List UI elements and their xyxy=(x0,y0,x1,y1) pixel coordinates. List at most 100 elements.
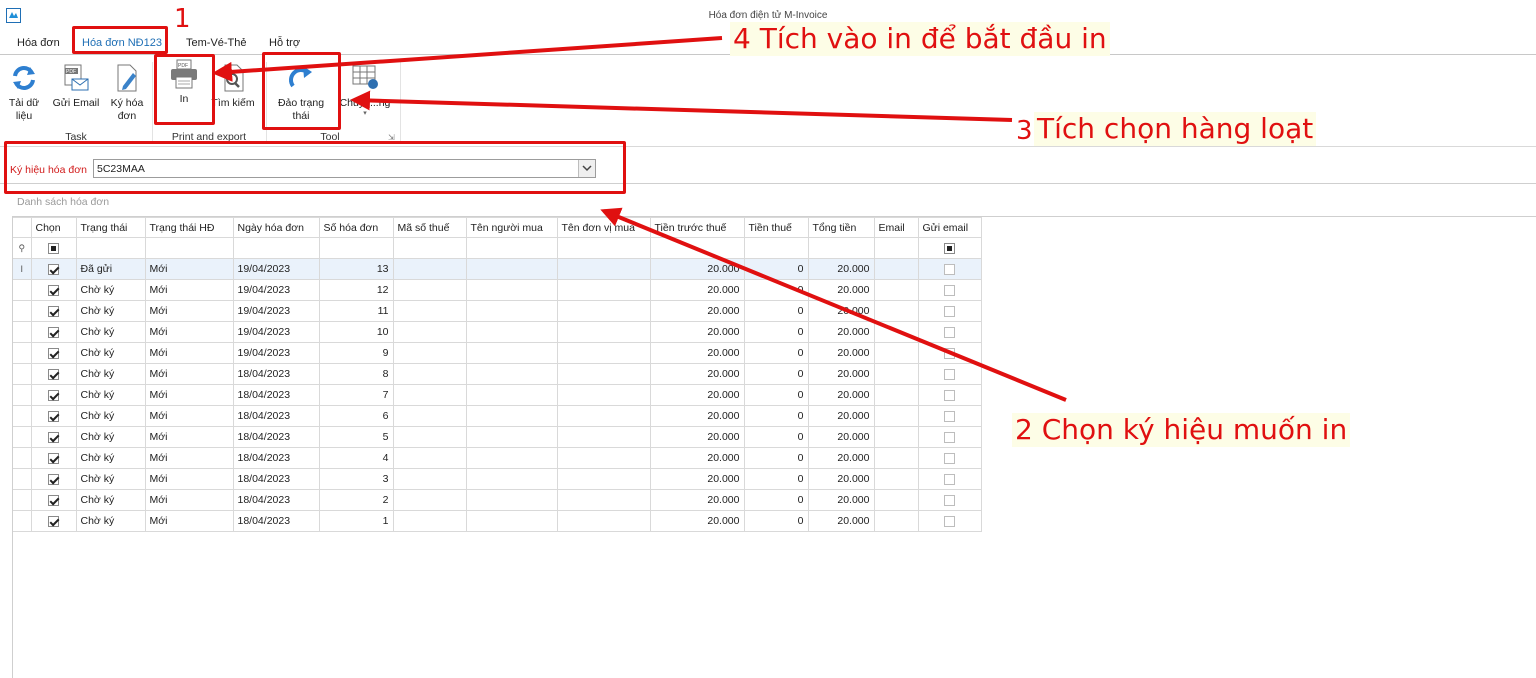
select-checkbox-box[interactable] xyxy=(48,368,59,380)
column-header[interactable]: Gửi email xyxy=(917,217,982,238)
filter-cell[interactable] xyxy=(807,237,875,259)
send-email-checkbox[interactable] xyxy=(917,510,982,532)
select-checkbox[interactable] xyxy=(30,342,77,364)
filter-cell[interactable] xyxy=(318,237,394,259)
table-row[interactable]: I Đã gửi Mới 19/04/2023 13 20.000 0 20.000 xyxy=(13,258,982,280)
select-checkbox-box[interactable] xyxy=(48,515,59,527)
send-email-checkbox[interactable] xyxy=(917,321,982,343)
select-checkbox[interactable] xyxy=(30,426,77,448)
table-row[interactable]: Chờ ký Mới 18/04/2023 5 20.000 0 20.000 xyxy=(13,426,982,448)
select-checkbox-box[interactable] xyxy=(48,431,59,443)
select-checkbox-box[interactable] xyxy=(48,305,59,317)
send-email-checkbox-box[interactable] xyxy=(944,305,955,317)
table-row[interactable]: Chờ ký Mới 18/04/2023 7 20.000 0 20.000 xyxy=(13,384,982,406)
send-email-button[interactable]: PDF Gửi Email xyxy=(51,62,101,110)
send-email-checkbox[interactable] xyxy=(917,258,982,280)
send-email-checkbox[interactable] xyxy=(917,468,982,490)
select-checkbox-box[interactable] xyxy=(48,326,59,338)
send-email-checkbox-box[interactable] xyxy=(944,410,955,422)
select-checkbox[interactable] xyxy=(30,384,77,406)
select-checkbox-box[interactable] xyxy=(48,452,59,464)
send-email-checkbox[interactable] xyxy=(917,363,982,385)
select-checkbox[interactable] xyxy=(30,279,77,301)
filter-cell[interactable] xyxy=(873,237,919,259)
filter-cell[interactable] xyxy=(144,237,234,259)
column-header[interactable]: Ngày hóa đơn xyxy=(232,217,320,238)
select-checkbox-box[interactable] xyxy=(48,284,59,296)
select-checkbox[interactable] xyxy=(30,468,77,490)
column-header[interactable]: Tên người mua xyxy=(465,217,558,238)
tab-ho-tro[interactable]: Hỗ trợ xyxy=(267,37,302,49)
send-email-checkbox-box[interactable] xyxy=(944,326,955,338)
table-row[interactable]: Chờ ký Mới 19/04/2023 10 20.000 0 20.000 xyxy=(13,321,982,343)
filter-cell[interactable] xyxy=(232,237,320,259)
table-row[interactable]: Chờ ký Mới 19/04/2023 12 20.000 0 20.000 xyxy=(13,279,982,301)
search-button[interactable]: Tìm kiếm xyxy=(210,62,256,110)
select-checkbox-box[interactable] xyxy=(48,410,59,422)
table-row[interactable]: Chờ ký Mới 19/04/2023 9 20.000 0 20.000 xyxy=(13,342,982,364)
filter-cell[interactable] xyxy=(392,237,467,259)
select-checkbox-box[interactable] xyxy=(48,263,59,275)
select-checkbox-box[interactable] xyxy=(48,389,59,401)
send-email-checkbox[interactable] xyxy=(917,405,982,427)
column-header[interactable]: Số hóa đơn xyxy=(318,217,394,238)
select-all-checkbox-box[interactable] xyxy=(48,242,59,254)
select-checkbox[interactable] xyxy=(30,405,77,427)
column-header[interactable]: Tiền thuế xyxy=(743,217,809,238)
column-header[interactable]: Chọn xyxy=(30,217,77,238)
select-checkbox[interactable] xyxy=(30,447,77,469)
send-email-filter-checkbox[interactable] xyxy=(917,237,982,259)
send-email-filter-checkbox-box[interactable] xyxy=(944,242,955,254)
send-email-checkbox-box[interactable] xyxy=(944,515,955,527)
table-row[interactable]: Chờ ký Mới 18/04/2023 6 20.000 0 20.000 xyxy=(13,405,982,427)
reload-button[interactable]: Tải dữ liệu xyxy=(4,62,44,123)
select-checkbox[interactable] xyxy=(30,363,77,385)
send-email-checkbox-box[interactable] xyxy=(944,368,955,380)
filter-cell[interactable] xyxy=(465,237,558,259)
column-header[interactable]: Mã số thuế xyxy=(392,217,467,238)
select-checkbox-box[interactable] xyxy=(48,494,59,506)
filter-cell[interactable] xyxy=(75,237,146,259)
select-checkbox[interactable] xyxy=(30,510,77,532)
send-email-checkbox-box[interactable] xyxy=(944,473,955,485)
column-header[interactable]: Tổng tiền xyxy=(807,217,875,238)
tab-tem-ve-the[interactable]: Tem-Vé-Thẻ xyxy=(184,37,249,49)
filter-cell[interactable] xyxy=(649,237,745,259)
table-row[interactable]: Chờ ký Mới 19/04/2023 11 20.000 0 20.000 xyxy=(13,300,982,322)
tab-hoa-don[interactable]: Hóa đơn xyxy=(15,37,62,49)
send-email-checkbox[interactable] xyxy=(917,384,982,406)
send-email-checkbox-box[interactable] xyxy=(944,347,955,359)
column-header[interactable]: Tiền trước thuế xyxy=(649,217,745,238)
select-checkbox[interactable] xyxy=(30,300,77,322)
select-checkbox-box[interactable] xyxy=(48,347,59,359)
table-row[interactable]: Chờ ký Mới 18/04/2023 2 20.000 0 20.000 xyxy=(13,489,982,511)
send-email-checkbox[interactable] xyxy=(917,489,982,511)
table-row[interactable]: Chờ ký Mới 18/04/2023 8 20.000 0 20.000 xyxy=(13,363,982,385)
send-email-checkbox[interactable] xyxy=(917,279,982,301)
table-row[interactable]: Chờ ký Mới 18/04/2023 3 20.000 0 20.000 xyxy=(13,468,982,490)
send-email-checkbox[interactable] xyxy=(917,300,982,322)
send-email-checkbox-box[interactable] xyxy=(944,494,955,506)
select-all-checkbox[interactable] xyxy=(30,237,77,259)
send-email-checkbox[interactable] xyxy=(917,447,982,469)
select-checkbox-box[interactable] xyxy=(48,473,59,485)
table-row[interactable]: Chờ ký Mới 18/04/2023 1 20.000 0 20.000 xyxy=(13,510,982,532)
send-email-checkbox[interactable] xyxy=(917,342,982,364)
send-email-checkbox-box[interactable] xyxy=(944,431,955,443)
column-header[interactable]: Trạng thái HĐ xyxy=(144,217,234,238)
select-checkbox[interactable] xyxy=(30,321,77,343)
send-email-checkbox-box[interactable] xyxy=(944,263,955,275)
send-email-checkbox-box[interactable] xyxy=(944,389,955,401)
sign-invoice-button[interactable]: Ký hóa đơn xyxy=(106,62,148,123)
send-email-checkbox[interactable] xyxy=(917,426,982,448)
column-header[interactable]: Trạng thái xyxy=(75,217,146,238)
send-email-checkbox-box[interactable] xyxy=(944,452,955,464)
select-checkbox[interactable] xyxy=(30,258,77,280)
convert-button[interactable]: Chuyể...ng ▾ xyxy=(337,62,393,118)
table-row[interactable]: Chờ ký Mới 18/04/2023 4 20.000 0 20.000 xyxy=(13,447,982,469)
filter-cell[interactable] xyxy=(743,237,809,259)
column-header[interactable]: Tên đơn vị mua xyxy=(556,217,651,238)
column-header[interactable]: Email xyxy=(873,217,919,238)
select-checkbox[interactable] xyxy=(30,489,77,511)
send-email-checkbox-box[interactable] xyxy=(944,284,955,296)
